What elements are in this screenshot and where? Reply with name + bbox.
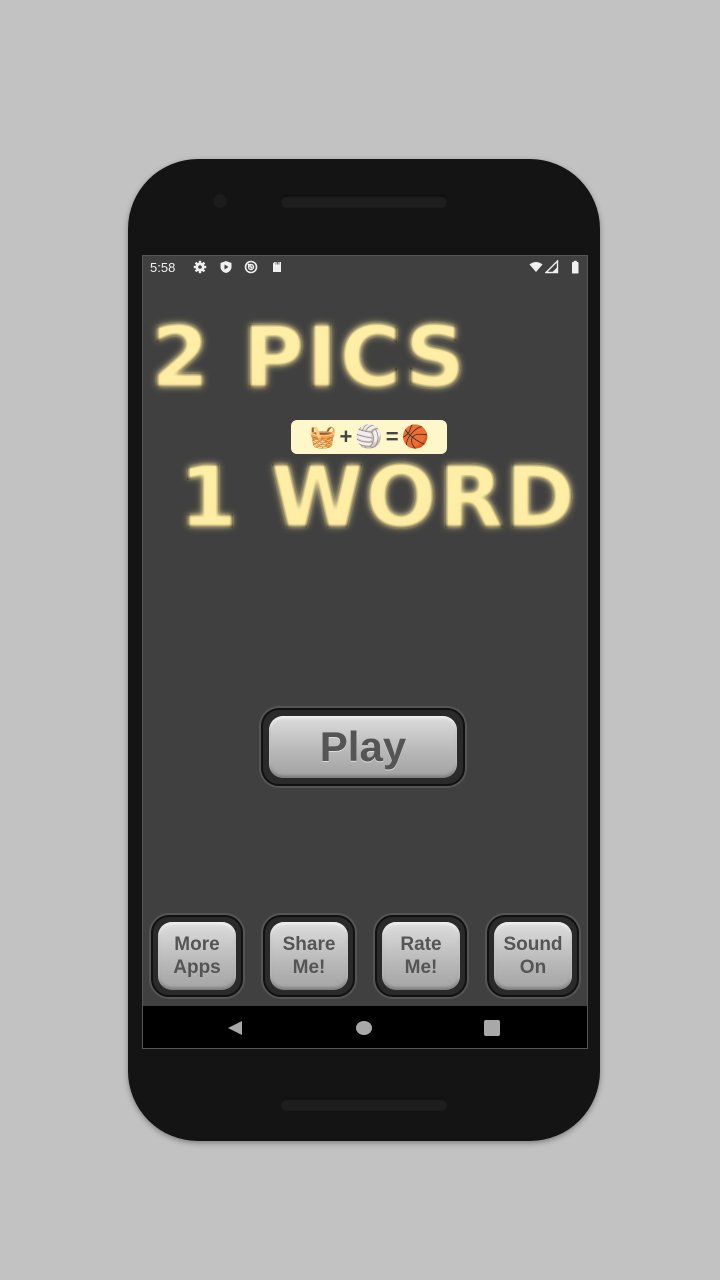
back-icon[interactable]	[226, 1019, 244, 1037]
plus-sign: +	[339, 424, 353, 449]
game-title-line2: 1 WORD	[177, 447, 578, 548]
basketball-icon: 🏀	[401, 424, 429, 449]
play-label: Play	[319, 723, 407, 770]
rate-label: Rate Me!	[400, 934, 442, 978]
play-button[interactable]: Play	[261, 708, 465, 786]
gear-icon	[193, 260, 207, 274]
rate-button[interactable]: Rate Me!	[375, 915, 467, 997]
equals-sign: =	[385, 424, 399, 449]
more-apps-label: More Apps	[173, 934, 221, 978]
sound-toggle-button-face[interactable]: Sound On	[494, 922, 572, 990]
bottom-speaker	[280, 1098, 448, 1111]
recents-icon[interactable]	[483, 1019, 501, 1037]
play-button-face[interactable]: Play	[269, 716, 457, 778]
rate-button-face[interactable]: Rate Me!	[382, 922, 460, 990]
sound-label: Sound On	[503, 934, 563, 978]
sd-card-icon	[273, 262, 281, 272]
navigation-bar	[143, 1006, 587, 1048]
sound-toggle-button[interactable]: Sound On	[487, 915, 579, 997]
screen: 5:58 2 PICS 🧺 + 🏐 = 🏀 1 WORD Play More A…	[142, 255, 588, 1049]
beach-ball-icon: 🏐	[355, 424, 383, 449]
wifi-icon	[529, 262, 543, 272]
shield-play-icon	[220, 261, 232, 273]
front-camera	[214, 195, 226, 207]
battery-icon	[572, 260, 579, 274]
basket-icon: 🧺	[309, 424, 337, 449]
title-text-2-pics: 2 PICS	[149, 307, 468, 408]
share-button-face[interactable]: Share Me!	[270, 922, 348, 990]
share-button[interactable]: Share Me!	[263, 915, 355, 997]
share-label: Share Me!	[282, 934, 336, 978]
game-title-line1: 2 PICS	[149, 307, 468, 408]
more-apps-button[interactable]: More Apps	[151, 915, 243, 997]
more-apps-button-face[interactable]: More Apps	[158, 922, 236, 990]
data-saver-icon	[244, 260, 258, 274]
earpiece-speaker	[280, 195, 448, 208]
status-time: 5:58	[150, 260, 176, 275]
title-text-1-word: 1 WORD	[177, 447, 578, 548]
signal-icon	[545, 260, 559, 274]
status-bar: 5:58	[143, 256, 587, 280]
home-icon[interactable]	[355, 1019, 373, 1037]
